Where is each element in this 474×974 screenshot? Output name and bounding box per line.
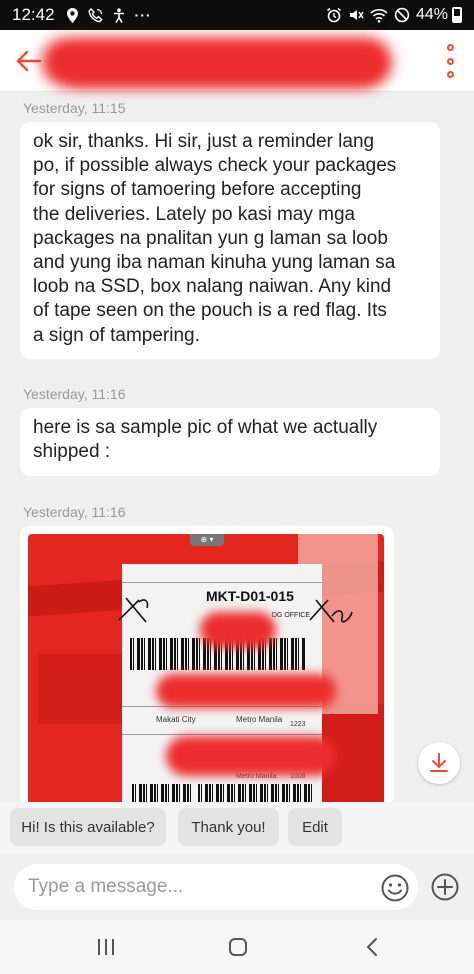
smiley-icon [381,874,409,902]
recent-apps-button[interactable] [86,930,126,964]
edit-quick-replies-button[interactable]: Edit [288,808,342,846]
quick-replies: Hi! Is this available? Thank you! Edit [0,802,474,854]
phone-icon [87,7,103,22]
package-photo[interactable]: ⊕ ▾ MKT-D01-015 DG OFFICE Makati City Me… [28,534,384,802]
contact-name-redacted [40,32,392,90]
message-line: ok sir, thanks. Hi sir, just a reminder … [33,131,375,152]
system-nav-bar [0,920,474,974]
qr-code [132,784,192,802]
battery-percent: 44% [415,6,448,23]
composer [0,854,474,920]
emoji-button[interactable] [380,873,410,903]
message-line: loob na SSD, box nalang naiwan. Any kind [33,276,392,298]
download-icon [430,753,448,772]
status-bar: 12:42 ··· 44% [0,0,474,30]
message-line: here is sa sample pic of what we actuall… [33,417,378,438]
message-line: and yung iba naman kinuha yung laman sa [33,252,396,274]
arrow-left-icon [16,50,41,71]
plus-circle-icon [431,873,459,901]
battery-icon [452,7,462,23]
label-dg-office: DG OFFICE [271,612,310,619]
message-line: shipped : [33,441,111,463]
label-city: Makati City [156,715,196,724]
home-button[interactable] [218,930,258,964]
label-region: Metro Manila [236,715,283,724]
message-input[interactable] [14,864,418,910]
message-timestamp: Yesterday, 11:16 [23,386,126,402]
do-not-disturb-icon [394,7,410,23]
message-timestamp: Yesterday, 11:15 [23,100,126,116]
status-time: 12:42 [12,5,55,24]
chat-header [0,30,474,92]
back-icon [366,938,377,956]
system-back-button[interactable] [352,930,392,964]
handwritten-mark [309,599,353,623]
message-line: for signs of tamoering before accepting [33,179,362,201]
accessibility-icon [113,7,124,23]
message-timestamp: Yesterday, 11:16 [23,504,126,520]
location-icon [66,7,78,23]
alarm-icon [326,7,341,23]
label-code: MKT-D01-015 [206,588,294,604]
mute-icon [349,10,364,20]
message-line: po, if possible always check your packag… [33,155,397,177]
message-line: packages na pnalitan yun g laman sa loob [33,227,388,249]
quick-reply-chip[interactable]: Thank you! [178,808,279,846]
quick-reply-chip[interactable]: Hi! Is this available? [10,808,166,846]
barcode [198,784,314,802]
message-bubble[interactable]: here is sa sample pic of what we actuall… [20,408,440,476]
wifi-icon [370,8,388,23]
handwritten-mark [118,597,149,623]
message-bubble[interactable]: ok sir, thanks. Hi sir, just a reminder … [20,122,440,359]
image-message[interactable]: ⊕ ▾ MKT-D01-015 DG OFFICE Makati City Me… [20,526,394,802]
message-line: of tape seen on the pouch is a red flag.… [33,300,387,322]
vertical-ellipsis-icon[interactable] [440,44,460,78]
message-line: the deliveries. Lately po kasi may mga [33,203,356,225]
more-notifications-icon: ··· [134,7,152,23]
chat-thread[interactable]: Yesterday, 11:15 ok sir, thanks. Hi sir,… [0,92,474,802]
recent-apps-icon [98,939,114,955]
download-button[interactable] [418,742,460,784]
label-number: 1223 [290,721,306,728]
add-attachment-button[interactable] [430,872,460,902]
home-icon [229,938,247,956]
zoom-badge: ⊕ ▾ [190,534,224,546]
message-line: a sign of tampering. [33,324,200,346]
